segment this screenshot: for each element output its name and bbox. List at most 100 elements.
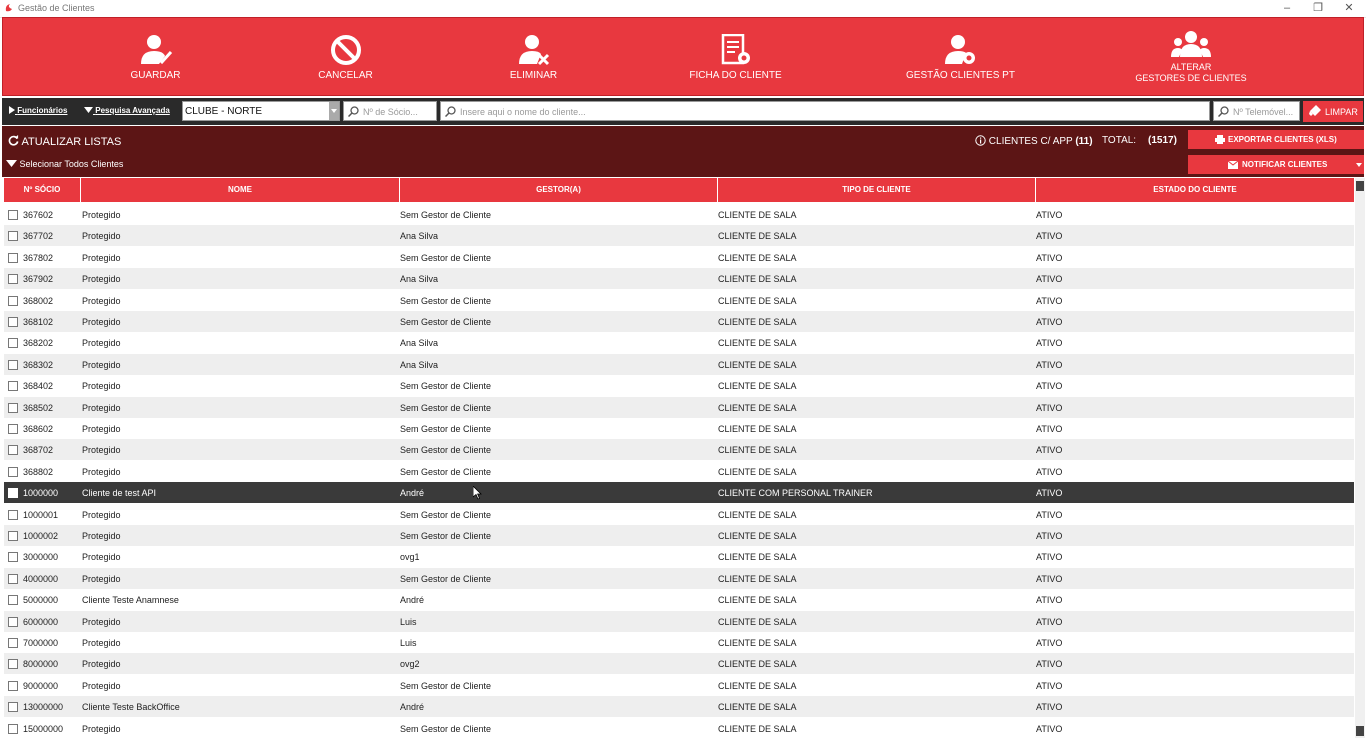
selecionar-todos-toggle[interactable]: Selecionar Todos Clientes [6,159,123,169]
funcionarios-toggle[interactable]: Funcionários [9,106,67,115]
gestao-clientes-pt-label: GESTÃO CLIENTES PT [906,70,1015,81]
row-checkbox[interactable] [8,252,18,263]
eliminar-button[interactable]: ELIMINAR [491,18,576,95]
socio-input[interactable]: Nº de Sócio... [343,101,437,121]
funcionarios-label: Funcionários [17,106,68,115]
row-checkbox[interactable] [8,338,18,349]
dropdown-arrow-icon[interactable] [329,102,339,120]
atualizar-listas-button[interactable]: ATUALIZAR LISTAS [8,135,121,148]
row-checkbox[interactable] [8,595,18,606]
row-checkbox[interactable] [8,317,18,327]
table-row[interactable]: 7000000 Protegido Luis CLIENTE DE SALA ATIVO [4,632,1354,653]
row-checkbox[interactable] [8,552,18,563]
estado-cell: ATIVO [1036,638,1063,648]
table-row[interactable]: 13000000 Cliente Teste BackOffice André CLI… [4,696,1354,718]
table-row[interactable]: 368802 Protegido Sem Gestor de Cliente CLIE… [4,460,1354,482]
table-row[interactable]: 368702 Protegido Sem Gestor de Cliente CLIE… [4,439,1354,461]
close-button[interactable]: ✕ [1334,0,1364,17]
table-row[interactable]: 1000002 Protegido Sem Gestor de Cliente CLI… [4,525,1354,546]
column-header-socio[interactable]: Nº SÓCIO [4,178,81,202]
row-checkbox[interactable] [8,702,18,713]
row-checkbox[interactable] [8,210,18,220]
minimize-button[interactable]: – [1272,0,1302,17]
table-row[interactable]: 15000000 Protegido Sem Gestor de Cliente CL… [4,717,1354,738]
vertical-scrollbar[interactable] [1355,178,1365,738]
row-checkbox[interactable] [8,723,18,734]
estado-cell: ATIVO [1036,595,1063,606]
table-row[interactable]: 1000001 Protegido Sem Gestor de Cliente CLI… [4,503,1354,525]
table-row[interactable]: 5000000 Cliente Teste Anamnese André CLIENT… [4,589,1354,611]
table-row[interactable]: 4000000 Protegido Sem Gestor de Cliente CLI… [4,567,1354,589]
row-checkbox[interactable] [8,231,18,242]
row-checkbox[interactable] [8,616,18,627]
pesquisa-avancada-toggle[interactable]: Pesquisa Avançada [84,106,170,115]
row-checkbox[interactable] [8,381,18,392]
alterar-gestores-button[interactable]: ALTERAR GESTORES DE CLIENTES [1131,18,1251,95]
exportar-clientes-button[interactable]: EXPORTAR CLIENTES (XLS) [1188,130,1364,149]
estado-cell: ATIVO [1036,402,1063,413]
nome-cell: Protegido [82,317,121,327]
ficha-cliente-button[interactable]: FICHA DO CLIENTE [683,18,788,95]
table-row[interactable]: 368002 Protegido Sem Gestor de Cliente CLIE… [4,289,1354,311]
row-checkbox[interactable] [8,509,18,520]
row-checkbox[interactable] [8,638,18,648]
table-row[interactable]: 367702 Protegido Ana Silva CLIENTE DE SALA A… [4,225,1354,247]
cancelar-button[interactable]: CANCELAR [303,18,388,95]
row-checkbox[interactable] [8,680,18,691]
table-row[interactable]: 368202 Protegido Ana Silva CLIENTE DE SALA A… [4,332,1354,354]
table-row[interactable]: 368102 Protegido Sem Gestor de Cliente CLIE… [4,311,1354,332]
table-row[interactable]: 368302 Protegido Ana Silva CLIENTE DE SALA A… [4,353,1354,375]
table-row[interactable]: 8000000 Protegido ovg2 CLIENTE DE SALA ATIVO [4,653,1354,675]
telemovel-input[interactable]: Nº Telemóvel... [1213,101,1300,121]
row-checkbox[interactable] [8,295,18,306]
scroll-thumb[interactable] [1356,181,1364,191]
table-row[interactable]: 6000000 Protegido Luis CLIENTE DE SALA ATIVO [4,610,1354,632]
row-checkbox[interactable] [8,466,18,477]
table-row[interactable]: 367602 Protegido Sem Gestor de Cliente CLIE… [4,204,1354,225]
row-checkbox[interactable] [8,488,18,499]
column-header-estado[interactable]: ESTADO DO CLIENTE [1036,178,1354,202]
row-checkbox[interactable] [8,402,18,413]
tipo-cell: CLIENTE DE SALA [718,552,797,563]
row-checkbox[interactable] [8,445,18,456]
limpar-button[interactable]: LIMPAR [1303,101,1363,122]
nome-cell: Cliente Teste BackOffice [82,702,180,713]
socio-cell: 368202 [23,338,54,349]
row-checkbox[interactable] [8,359,18,370]
table-row[interactable]: 368502 Protegido Sem Gestor de Cliente CLIE… [4,396,1354,418]
restore-button[interactable]: ❐ [1303,0,1333,17]
gestor-cell: Luis [400,638,417,648]
nome-cell: Protegido [82,616,121,627]
table-row[interactable]: 368402 Protegido Sem Gestor de Cliente CLIE… [4,375,1354,397]
dropdown-caret-icon[interactable] [1356,163,1362,167]
column-header-tipo[interactable]: TIPO DE CLIENTE [718,178,1036,202]
row-checkbox[interactable] [8,531,18,541]
gestao-clientes-pt-button[interactable]: GESTÃO CLIENTES PT [903,18,1018,95]
table-row[interactable]: 1000000 Cliente de test API André CLIENTE C… [4,482,1354,504]
tipo-cell: CLIENTE DE SALA [718,359,797,370]
notificar-clientes-button[interactable]: NOTIFICAR CLIENTES [1188,155,1364,174]
guardar-button[interactable]: GUARDAR [113,18,198,95]
row-checkbox[interactable] [8,659,18,670]
column-header-gestor[interactable]: GESTOR(A) [400,178,718,202]
caret-down-icon [6,160,17,167]
table-row[interactable]: 367802 Protegido Sem Gestor de Cliente CLIE… [4,246,1354,268]
row-checkbox[interactable] [8,274,18,285]
row-checkbox[interactable] [8,573,18,584]
nome-cliente-input[interactable]: Insere aqui o nome do cliente... [440,101,1210,121]
scroll-down-button[interactable] [1356,726,1364,736]
clube-select[interactable]: CLUBE - NORTE [182,101,340,121]
table-row[interactable]: 367902 Protegido Ana Silva CLIENTE DE SALA A… [4,268,1354,290]
nome-cell: Protegido [82,680,121,691]
nome-cell: Protegido [82,402,121,413]
estado-cell: ATIVO [1036,723,1063,734]
gestor-cell: Sem Gestor de Cliente [400,295,492,306]
table-row[interactable]: 368602 Protegido Sem Gestor de Cliente CLIE… [4,418,1354,439]
table-row[interactable]: 3000000 Protegido ovg1 CLIENTE DE SALA ATIVO [4,546,1354,568]
user-settings-icon [944,35,975,64]
row-checkbox[interactable] [8,424,18,434]
column-header-nome[interactable]: NOME [81,178,400,202]
socio-cell: 368602 [23,424,54,434]
table-row[interactable]: 9000000 Protegido Sem Gestor de Cliente CLI… [4,674,1354,696]
tipo-cell: CLIENTE DE SALA [718,274,797,285]
